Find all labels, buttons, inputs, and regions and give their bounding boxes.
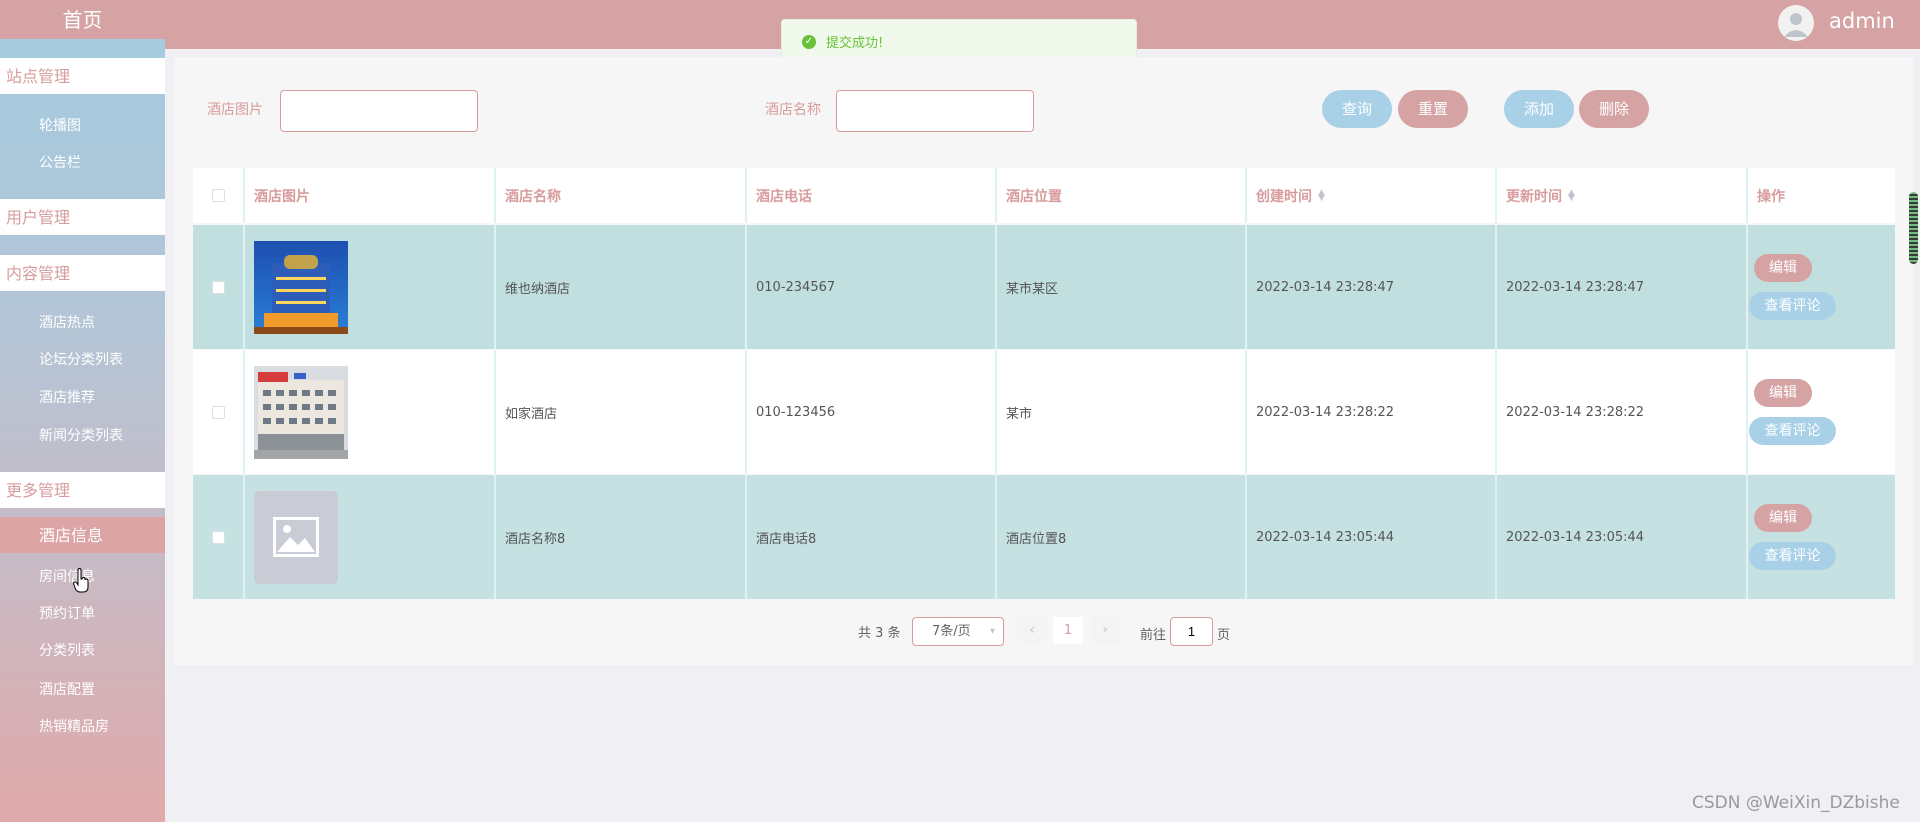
sidebar-item-categories[interactable]: 分类列表 <box>39 640 95 660</box>
row-checkbox[interactable] <box>211 280 225 294</box>
created-time-cell: 2022-03-14 23:28:22 <box>1247 350 1497 474</box>
query-button[interactable]: 查询 <box>1322 90 1392 128</box>
created-time-cell: 2022-03-14 23:28:47 <box>1247 225 1497 349</box>
prev-page-button[interactable]: ‹ <box>1018 617 1046 644</box>
table-header: 酒店图片 酒店名称 酒店电话 酒店位置 创建时间 ▲ ▼ 更新时间 ▲ ▼ 操作 <box>193 168 1895 223</box>
hotel-name-label: 酒店名称 <box>765 102 821 118</box>
hotel-phone-cell: 010-123456 <box>747 350 997 474</box>
header-updated[interactable]: 更新时间 ▲ ▼ <box>1497 168 1748 223</box>
sidebar-item-config[interactable]: 酒店配置 <box>39 679 95 699</box>
page-size-value: 7条/页 <box>932 624 971 639</box>
row-select-cell <box>193 475 245 599</box>
view-comments-button[interactable]: 查看评论 <box>1749 417 1836 445</box>
hotel-image-input[interactable] <box>280 90 478 132</box>
header-created-label: 创建时间 <box>1256 188 1312 205</box>
updated-time-cell: 2022-03-14 23:28:22 <box>1497 350 1748 474</box>
hotel-phone-cell: 010-234567 <box>747 225 997 349</box>
view-comments-button[interactable]: 查看评论 <box>1749 542 1836 570</box>
select-all-cell <box>193 168 245 223</box>
sidebar-item-hotel-info[interactable]: 酒店信息 <box>0 517 165 553</box>
reset-button[interactable]: 重置 <box>1398 90 1468 128</box>
chevron-down-icon: ▾ <box>989 626 995 637</box>
watermark: CSDN @WeiXin_DZbishe <box>1692 793 1900 813</box>
updated-time-cell: 2022-03-14 23:05:44 <box>1497 475 1748 599</box>
sidebar-item-hot-rooms[interactable]: 热销精品房 <box>39 716 109 736</box>
next-page-button[interactable]: › <box>1091 617 1119 644</box>
table-row: 酒店名称8 酒店电话8 酒店位置8 2022-03-14 23:05:44 20… <box>193 475 1895 599</box>
sidebar-item-orders[interactable]: 预约订单 <box>39 603 95 623</box>
hotel-photo-vienna[interactable] <box>254 240 348 334</box>
select-all-checkbox[interactable] <box>211 189 225 202</box>
header-updated-label: 更新时间 <box>1506 188 1562 205</box>
sidebar-item-recommend[interactable]: 酒店推荐 <box>39 387 95 407</box>
user-avatar-icon[interactable] <box>1778 5 1814 41</box>
header-location: 酒店位置 <box>997 168 1247 223</box>
hotel-image-label: 酒店图片 <box>207 102 263 118</box>
hotel-photo-homeinn[interactable] <box>254 365 348 459</box>
table-row: 维也纳酒店 010-234567 某市某区 2022-03-14 23:28:4… <box>193 225 1895 349</box>
delete-button[interactable]: 删除 <box>1579 90 1649 128</box>
row-checkbox[interactable] <box>211 405 225 419</box>
hotel-name-cell: 维也纳酒店 <box>496 225 747 349</box>
hotel-name-input[interactable] <box>836 90 1034 132</box>
sidebar-group-more[interactable]: 更多管理 <box>0 472 165 508</box>
header-phone: 酒店电话 <box>747 168 997 223</box>
check-circle-icon: ✓ <box>802 34 816 49</box>
sidebar-group-site[interactable]: 站点管理 <box>0 58 165 94</box>
sidebar-item-carousel[interactable]: 轮播图 <box>39 115 81 135</box>
sidebar-item-notice[interactable]: 公告栏 <box>39 152 81 172</box>
sidebar-item-news-categories[interactable]: 新闻分类列表 <box>39 425 123 445</box>
sidebar-group-content[interactable]: 内容管理 <box>0 255 165 291</box>
scrollbar-thumb[interactable] <box>1909 192 1918 264</box>
hotel-name-cell: 酒店名称8 <box>496 475 747 599</box>
sort-caret-icon[interactable]: ▲ ▼ <box>1318 188 1325 202</box>
hotel-location-cell: 某市 <box>997 350 1247 474</box>
actions-cell: 编辑 查看评论 <box>1748 350 1895 474</box>
goto-prefix: 前往 <box>1140 628 1167 643</box>
actions-cell: 编辑 查看评论 <box>1748 225 1895 349</box>
row-select-cell <box>193 350 245 474</box>
header-name: 酒店名称 <box>496 168 747 223</box>
sidebar-home[interactable]: 首页 <box>0 0 165 39</box>
page-size-select[interactable]: 7条/页 ▾ <box>912 617 1004 646</box>
hotel-location-cell: 酒店位置8 <box>997 475 1247 599</box>
row-image-cell <box>245 225 496 349</box>
row-image-cell <box>245 350 496 474</box>
hotel-name-cell: 如家酒店 <box>496 350 747 474</box>
table-row: 如家酒店 010-123456 某市 2022-03-14 23:28:22 2… <box>193 350 1895 474</box>
header-actions: 操作 <box>1757 188 1785 205</box>
page-number-current[interactable]: 1 <box>1053 617 1083 644</box>
view-comments-button[interactable]: 查看评论 <box>1749 292 1836 320</box>
sidebar-item-forum-categories[interactable]: 论坛分类列表 <box>39 349 123 369</box>
updated-time-cell: 2022-03-14 23:28:47 <box>1497 225 1748 349</box>
row-select-cell <box>193 225 245 349</box>
created-time-cell: 2022-03-14 23:05:44 <box>1247 475 1497 599</box>
add-button[interactable]: 添加 <box>1504 90 1574 128</box>
pagination-total: 共 3 条 <box>858 626 901 641</box>
actions-cell: 编辑 查看评论 <box>1748 475 1895 599</box>
row-image-cell <box>245 475 496 599</box>
edit-button[interactable]: 编辑 <box>1754 504 1812 532</box>
toast-message: 提交成功! <box>826 36 884 51</box>
sidebar-item-hotspots[interactable]: 酒店热点 <box>39 312 95 332</box>
row-checkbox[interactable] <box>211 530 225 544</box>
hotel-phone-cell: 酒店电话8 <box>747 475 997 599</box>
edit-button[interactable]: 编辑 <box>1754 254 1812 282</box>
image-placeholder-icon[interactable] <box>254 490 338 584</box>
goto-page-input[interactable] <box>1170 617 1213 646</box>
goto-suffix: 页 <box>1217 628 1231 643</box>
hotel-location-cell: 某市某区 <box>997 225 1247 349</box>
username[interactable]: admin <box>1829 9 1895 33</box>
sort-caret-icon[interactable]: ▲ ▼ <box>1568 188 1575 202</box>
hand-cursor-icon <box>73 568 89 593</box>
header-created[interactable]: 创建时间 ▲ ▼ <box>1247 168 1497 223</box>
edit-button[interactable]: 编辑 <box>1754 379 1812 407</box>
sidebar: 首页 站点管理 轮播图 公告栏 用户管理 内容管理 酒店热点 论坛分类列表 酒店… <box>0 0 165 822</box>
sidebar-group-users[interactable]: 用户管理 <box>0 199 165 235</box>
header-image: 酒店图片 <box>245 168 496 223</box>
